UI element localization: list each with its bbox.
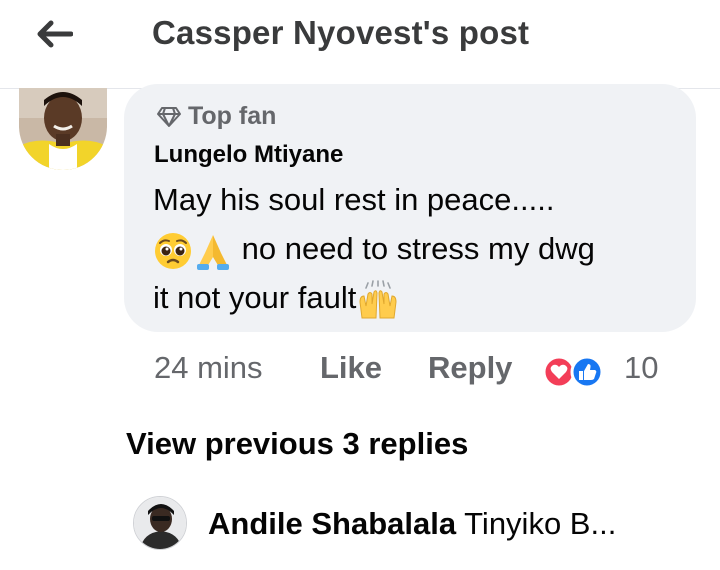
raising-hands-icon xyxy=(359,280,397,319)
reaction-icons[interactable] xyxy=(542,355,612,389)
folded-hands-icon xyxy=(197,234,229,270)
comment-line-3: it not your fault xyxy=(153,273,683,322)
comment-timestamp: 24 mins xyxy=(154,350,263,385)
badge-label: Top fan xyxy=(188,102,277,130)
comment-body: May his soul rest in peace..... no need … xyxy=(153,175,683,322)
reply-preview-text: Tinyiko B... xyxy=(464,506,617,541)
top-fan-badge: Top fan xyxy=(156,102,276,131)
comment-line-2-text: no need to stress my dwg xyxy=(233,231,595,266)
reaction-count[interactable]: 10 xyxy=(624,350,658,386)
comment-line-1: May his soul rest in peace..... xyxy=(153,182,555,217)
back-arrow-icon xyxy=(37,20,73,48)
comment-line-3-text: it not your fault xyxy=(153,280,357,315)
view-previous-replies[interactable]: View previous 3 replies xyxy=(126,426,468,462)
reply-author-name: Andile Shabalala xyxy=(208,506,457,541)
comment-line-2: no need to stress my dwg xyxy=(153,224,683,273)
post-header: Cassper Nyovest's post xyxy=(0,0,720,89)
page-title: Cassper Nyovest's post xyxy=(152,14,530,51)
reply-author-avatar[interactable] xyxy=(133,496,187,550)
comment-author[interactable]: Lungelo Mtiyane xyxy=(154,141,343,169)
like-button[interactable]: Like xyxy=(320,350,382,386)
reply-preview-row[interactable]: Andile Shabalala Tinyiko B... xyxy=(208,506,616,542)
commenter-avatar[interactable] xyxy=(19,88,107,170)
back-button[interactable] xyxy=(30,10,78,58)
pleading-face-icon xyxy=(155,232,191,269)
reply-button[interactable]: Reply xyxy=(428,350,512,386)
diamond-icon xyxy=(157,106,181,127)
